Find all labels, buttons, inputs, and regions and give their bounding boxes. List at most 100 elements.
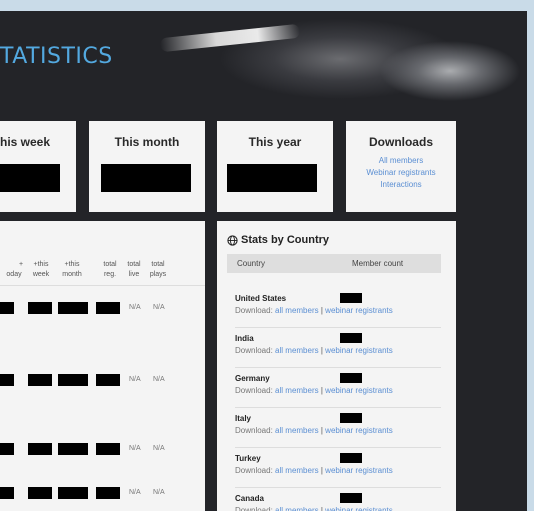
download-webinar-registrants-link[interactable]: Webinar registrants bbox=[346, 167, 456, 179]
redacted-cell bbox=[28, 443, 52, 455]
member-count-redacted bbox=[340, 413, 362, 423]
country-name: Turkey bbox=[235, 454, 261, 463]
redacted-cell bbox=[58, 487, 88, 499]
this-year-value-redacted bbox=[227, 164, 317, 192]
this-year-card: This year bbox=[217, 121, 333, 212]
redacted-cell bbox=[96, 487, 120, 499]
redacted-cell bbox=[96, 443, 120, 455]
download-webinar-registrants-link[interactable]: webinar registrants bbox=[325, 386, 393, 395]
this-month-card: This month bbox=[89, 121, 205, 212]
total-plays-value: N/A bbox=[153, 489, 165, 496]
redacted-cell bbox=[28, 487, 52, 499]
redacted-cell bbox=[28, 374, 52, 386]
downloads-card: Downloads All members Webinar registrant… bbox=[346, 121, 456, 212]
redacted-cell bbox=[96, 302, 120, 314]
page-title: TATISTICS bbox=[0, 44, 113, 69]
country-row: Canada Download: all members | webinar re… bbox=[235, 491, 441, 511]
country-name: Germany bbox=[235, 374, 270, 383]
link-separator: | bbox=[320, 386, 323, 395]
country-table-header: Country Member count bbox=[227, 254, 441, 273]
member-count-column-header: Member count bbox=[352, 259, 404, 268]
total-live-value: N/A bbox=[129, 445, 141, 452]
country-row: Germany Download: all members | webinar r… bbox=[235, 371, 441, 408]
download-all-members-link[interactable]: all members bbox=[275, 346, 319, 355]
country-row: Italy Download: all members | webinar reg… bbox=[235, 411, 441, 448]
total-plays-value: N/A bbox=[153, 445, 165, 452]
header-divider bbox=[0, 285, 205, 286]
hero-swimmer-image bbox=[159, 23, 301, 53]
download-all-members-link[interactable]: all members bbox=[275, 386, 319, 395]
this-week-title: his week bbox=[0, 135, 51, 149]
redacted-cell bbox=[96, 374, 120, 386]
total-plays-value: N/A bbox=[153, 304, 165, 311]
country-row: United States Download: all members | web… bbox=[235, 291, 441, 328]
total-live-value: N/A bbox=[129, 304, 141, 311]
link-separator: | bbox=[320, 426, 323, 435]
country-download-links: Download: all members | webinar registra… bbox=[235, 306, 393, 315]
country-row: India Download: all members | webinar reg… bbox=[235, 331, 441, 368]
download-label: Download: bbox=[235, 426, 273, 435]
country-name: United States bbox=[235, 294, 287, 303]
download-all-members-link[interactable]: all members bbox=[275, 306, 319, 315]
download-webinar-registrants-link[interactable]: webinar registrants bbox=[325, 346, 393, 355]
download-all-members-link[interactable]: all members bbox=[275, 426, 319, 435]
redacted-cell bbox=[28, 302, 52, 314]
member-count-redacted bbox=[340, 493, 362, 503]
redacted-cell bbox=[0, 302, 14, 314]
member-count-redacted bbox=[340, 293, 362, 303]
country-download-links: Download: all members | webinar registra… bbox=[235, 506, 393, 511]
this-year-title: This year bbox=[248, 135, 302, 149]
download-all-members-link[interactable]: All members bbox=[346, 155, 456, 167]
download-webinar-registrants-link[interactable]: webinar registrants bbox=[325, 466, 393, 475]
column-header-month: +this month bbox=[62, 261, 82, 278]
app-frame: TATISTICS his week This month This year … bbox=[0, 11, 527, 511]
stats-table-card: + oday +this week +this month total reg.… bbox=[0, 221, 205, 511]
country-name: Italy bbox=[235, 414, 252, 423]
redacted-cell bbox=[58, 302, 88, 314]
redacted-cell bbox=[0, 443, 14, 455]
link-separator: | bbox=[320, 306, 323, 315]
member-count-redacted bbox=[340, 333, 362, 343]
redacted-cell bbox=[0, 374, 14, 386]
column-header-week: +this week bbox=[32, 261, 50, 278]
country-download-links: Download: all members | webinar registra… bbox=[235, 346, 393, 355]
download-webinar-registrants-link[interactable]: webinar registrants bbox=[325, 306, 393, 315]
country-download-links: Download: all members | webinar registra… bbox=[235, 386, 393, 395]
link-separator: | bbox=[320, 346, 323, 355]
column-header-today: + oday bbox=[6, 261, 24, 278]
download-all-members-link[interactable]: all members bbox=[275, 506, 319, 511]
country-download-links: Download: all members | webinar registra… bbox=[235, 466, 393, 475]
country-column-header: Country bbox=[237, 259, 266, 268]
link-separator: | bbox=[320, 466, 323, 475]
link-separator: | bbox=[320, 506, 323, 511]
download-label: Download: bbox=[235, 506, 273, 511]
member-count-redacted bbox=[340, 453, 362, 463]
column-header-total-plays: total plays bbox=[149, 261, 167, 278]
download-webinar-registrants-link[interactable]: webinar registrants bbox=[325, 506, 393, 511]
total-live-value: N/A bbox=[129, 489, 141, 496]
download-interactions-link[interactable]: Interactions bbox=[346, 179, 456, 191]
total-plays-value: N/A bbox=[153, 376, 165, 383]
redacted-cell bbox=[0, 487, 14, 499]
download-label: Download: bbox=[235, 386, 273, 395]
redacted-cell bbox=[58, 443, 88, 455]
download-label: Download: bbox=[235, 466, 273, 475]
download-label: Download: bbox=[235, 306, 273, 315]
hero-splash-image bbox=[300, 16, 527, 111]
country-name: India bbox=[235, 334, 254, 343]
stats-by-country-title: Stats by Country bbox=[241, 234, 330, 246]
stats-by-country-card: Stats by Country Country Member count Un… bbox=[217, 221, 456, 511]
country-download-links: Download: all members | webinar registra… bbox=[235, 426, 393, 435]
download-label: Download: bbox=[235, 346, 273, 355]
redacted-cell bbox=[58, 374, 88, 386]
this-month-value-redacted bbox=[101, 164, 191, 192]
this-month-title: This month bbox=[114, 135, 180, 149]
globe-icon bbox=[227, 235, 238, 246]
this-week-value-redacted bbox=[0, 164, 60, 192]
download-webinar-registrants-link[interactable]: webinar registrants bbox=[325, 426, 393, 435]
country-name: Canada bbox=[235, 494, 264, 503]
this-week-card: his week bbox=[0, 121, 76, 212]
member-count-redacted bbox=[340, 373, 362, 383]
download-all-members-link[interactable]: all members bbox=[275, 466, 319, 475]
downloads-title: Downloads bbox=[368, 135, 433, 149]
